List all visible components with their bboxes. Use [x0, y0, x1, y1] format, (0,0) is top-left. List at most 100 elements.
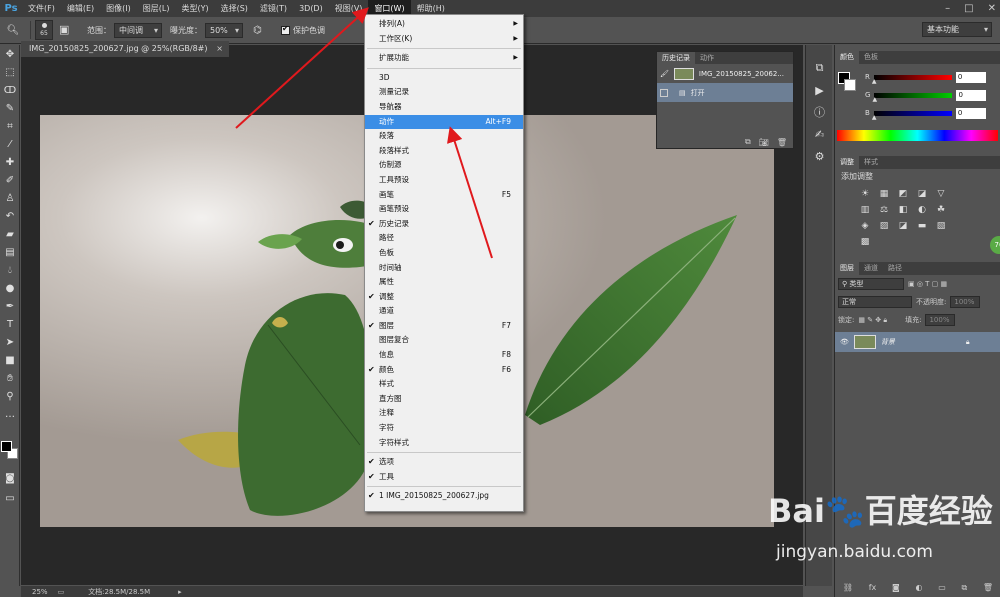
zoom-tool-icon[interactable]: ⚲	[0, 387, 20, 405]
tab-color[interactable]: 颜色	[835, 51, 859, 64]
eye-icon[interactable]: 👁︎	[840, 338, 849, 346]
info-panel-icon[interactable]: ⓘ	[806, 101, 833, 123]
workspace-select[interactable]: 基本功能	[922, 22, 992, 37]
menu-type[interactable]: 类型(Y)	[175, 0, 214, 17]
tab-paths[interactable]: 路径	[883, 262, 907, 275]
airbrush-icon[interactable]: ⌬	[253, 25, 271, 36]
window-menu-item[interactable]: 测量记录	[365, 85, 523, 100]
close-button[interactable]: ✕	[988, 3, 996, 14]
tab-adjustments[interactable]: 调整	[835, 156, 859, 169]
color-spectrum[interactable]	[837, 130, 998, 141]
history-brush-tool-icon[interactable]: ↶	[0, 207, 20, 225]
vibrance-icon[interactable]: ▽	[935, 188, 947, 200]
menu-view[interactable]: 视图(V)	[329, 0, 369, 17]
new-document-icon[interactable]: ⧉	[745, 137, 751, 147]
history-panel-icon[interactable]: ⧉	[806, 57, 833, 79]
threshold-icon[interactable]: ▬	[916, 220, 928, 232]
layer-background[interactable]: 👁︎ 背景 🔒︎	[835, 332, 1000, 352]
hand-tool-icon[interactable]: ✋︎	[0, 369, 20, 387]
history-snapshot[interactable]: 🖌︎ IMG_20150825_20062...	[657, 64, 793, 83]
history-state-open[interactable]: ▤ 打开	[657, 83, 793, 102]
brush-tool-icon[interactable]: ✐	[0, 171, 20, 189]
color-swatches[interactable]	[1, 441, 19, 461]
type-tool-icon[interactable]: T	[0, 315, 20, 333]
window-menu-item[interactable]: 字符样式	[365, 436, 523, 451]
pen-tool-icon[interactable]: ✒	[0, 297, 20, 315]
window-menu-item[interactable]: 时间轴	[365, 261, 523, 276]
document-tab[interactable]: IMG_20150825_200627.jpg @ 25%(RGB/8#) ×	[21, 41, 229, 57]
move-tool-icon[interactable]: ✥	[0, 45, 20, 63]
properties-panel-icon[interactable]: ⚙	[806, 145, 833, 167]
menu-3d[interactable]: 3D(D)	[293, 0, 329, 17]
black-white-icon[interactable]: ◧	[897, 204, 909, 216]
brush-panel-icon[interactable]: ▣	[59, 20, 83, 40]
lock-icons[interactable]: ▦ ✎ ✥ 🔒︎	[858, 316, 887, 325]
window-menu-item[interactable]: 动作 Alt+F9	[365, 114, 523, 130]
blur-tool-icon[interactable]: 💧︎	[0, 261, 20, 279]
range-select[interactable]: 中间调	[114, 22, 162, 38]
tab-channels[interactable]: 通道	[859, 262, 883, 275]
window-menu-item[interactable]: 画笔 F5	[365, 188, 523, 203]
window-menu-item[interactable]: 仿制源	[365, 158, 523, 173]
filter-icons[interactable]: ▣ ◎ T ▢ ▦	[908, 280, 947, 288]
window-menu-item[interactable]: 信息 F8	[365, 348, 523, 363]
window-menu-item[interactable]: 注释	[365, 406, 523, 421]
window-menu-item[interactable]: 属性	[365, 275, 523, 290]
channel-mixer-icon[interactable]: ☘	[935, 204, 947, 216]
curves-icon[interactable]: ◩	[897, 188, 909, 200]
brush-preset-icon[interactable]: ✍	[806, 123, 833, 145]
window-menu-item[interactable]: 段落样式	[365, 144, 523, 159]
play-action-icon[interactable]: ▶	[806, 79, 833, 101]
eraser-tool-icon[interactable]: ▰	[0, 225, 20, 243]
layer-filter-select[interactable]: ⚲ 类型	[838, 278, 904, 290]
blend-mode-select[interactable]: 正常	[838, 296, 912, 308]
maximize-button[interactable]: □	[964, 3, 973, 14]
screen-mode-icon[interactable]: ▭	[0, 489, 20, 507]
green-slider[interactable]	[872, 92, 953, 103]
shape-tool-icon[interactable]: ■	[0, 351, 20, 369]
window-menu-item[interactable]: 工具预设	[365, 173, 523, 188]
window-menu-item[interactable]: 排列(A) ▶	[365, 17, 523, 32]
window-menu-item[interactable]: 工作区(K) ▶	[365, 32, 523, 47]
window-menu-item[interactable]: 字符	[365, 421, 523, 436]
window-menu-item[interactable]: ✔ 调整	[365, 290, 523, 305]
window-menu-item[interactable]: 导航器	[365, 100, 523, 115]
window-menu-item[interactable]: 样式	[365, 377, 523, 392]
quick-select-tool-icon[interactable]: ✎	[0, 99, 20, 117]
stamp-tool-icon[interactable]: ♙	[0, 189, 20, 207]
window-menu-item[interactable]: 扩展功能 ▶	[365, 51, 523, 66]
trash-icon[interactable]: 🗑︎	[777, 138, 787, 147]
tab-actions[interactable]: 动作	[695, 52, 719, 64]
selective-color-icon[interactable]: ▩	[859, 236, 871, 248]
close-tab-icon[interactable]: ×	[216, 41, 223, 57]
dodge-tool-icon[interactable]: ●	[0, 279, 20, 297]
exposure-field[interactable]: 50%	[205, 22, 243, 38]
window-menu-item[interactable]: 直方图	[365, 392, 523, 407]
invert-icon[interactable]: ▨	[878, 220, 890, 232]
brightness-icon[interactable]: ☀	[859, 188, 871, 200]
window-menu-item[interactable]: ✔ 颜色 F6	[365, 363, 523, 378]
opacity-field[interactable]: 100%	[950, 296, 981, 308]
levels-icon[interactable]: ▦	[878, 188, 890, 200]
window-menu-item[interactable]: ✔ 选项	[365, 455, 523, 470]
window-menu-item[interactable]: ✔ 工具	[365, 470, 523, 485]
more-tools-icon[interactable]: …	[0, 405, 20, 423]
window-menu-item[interactable]: ✔ 1 IMG_20150825_200627.jpg	[365, 489, 523, 504]
window-menu-item[interactable]: 图层复合	[365, 333, 523, 348]
window-menu-item[interactable]: 色板	[365, 246, 523, 261]
red-value[interactable]: 0	[955, 71, 986, 83]
blue-slider[interactable]	[872, 110, 952, 121]
crop-tool-icon[interactable]: ⌗	[0, 117, 20, 135]
color-balance-icon[interactable]: ⚖	[878, 204, 890, 216]
blue-value[interactable]: 0	[955, 107, 986, 119]
foreground-color-swatch[interactable]	[1, 441, 12, 452]
tab-history[interactable]: 历史记录	[657, 52, 695, 64]
fill-field[interactable]: 100%	[925, 314, 956, 326]
window-menu-item[interactable]: 画笔预设	[365, 202, 523, 217]
zoom-level[interactable]: 25%	[32, 588, 48, 596]
gradient-map-icon[interactable]: ▧	[935, 220, 947, 232]
protect-tones-checkbox[interactable]	[281, 24, 290, 35]
tab-swatches[interactable]: 色板	[859, 51, 883, 64]
menu-layer[interactable]: 图层(L)	[137, 0, 176, 17]
gradient-tool-icon[interactable]: ▤	[0, 243, 20, 261]
